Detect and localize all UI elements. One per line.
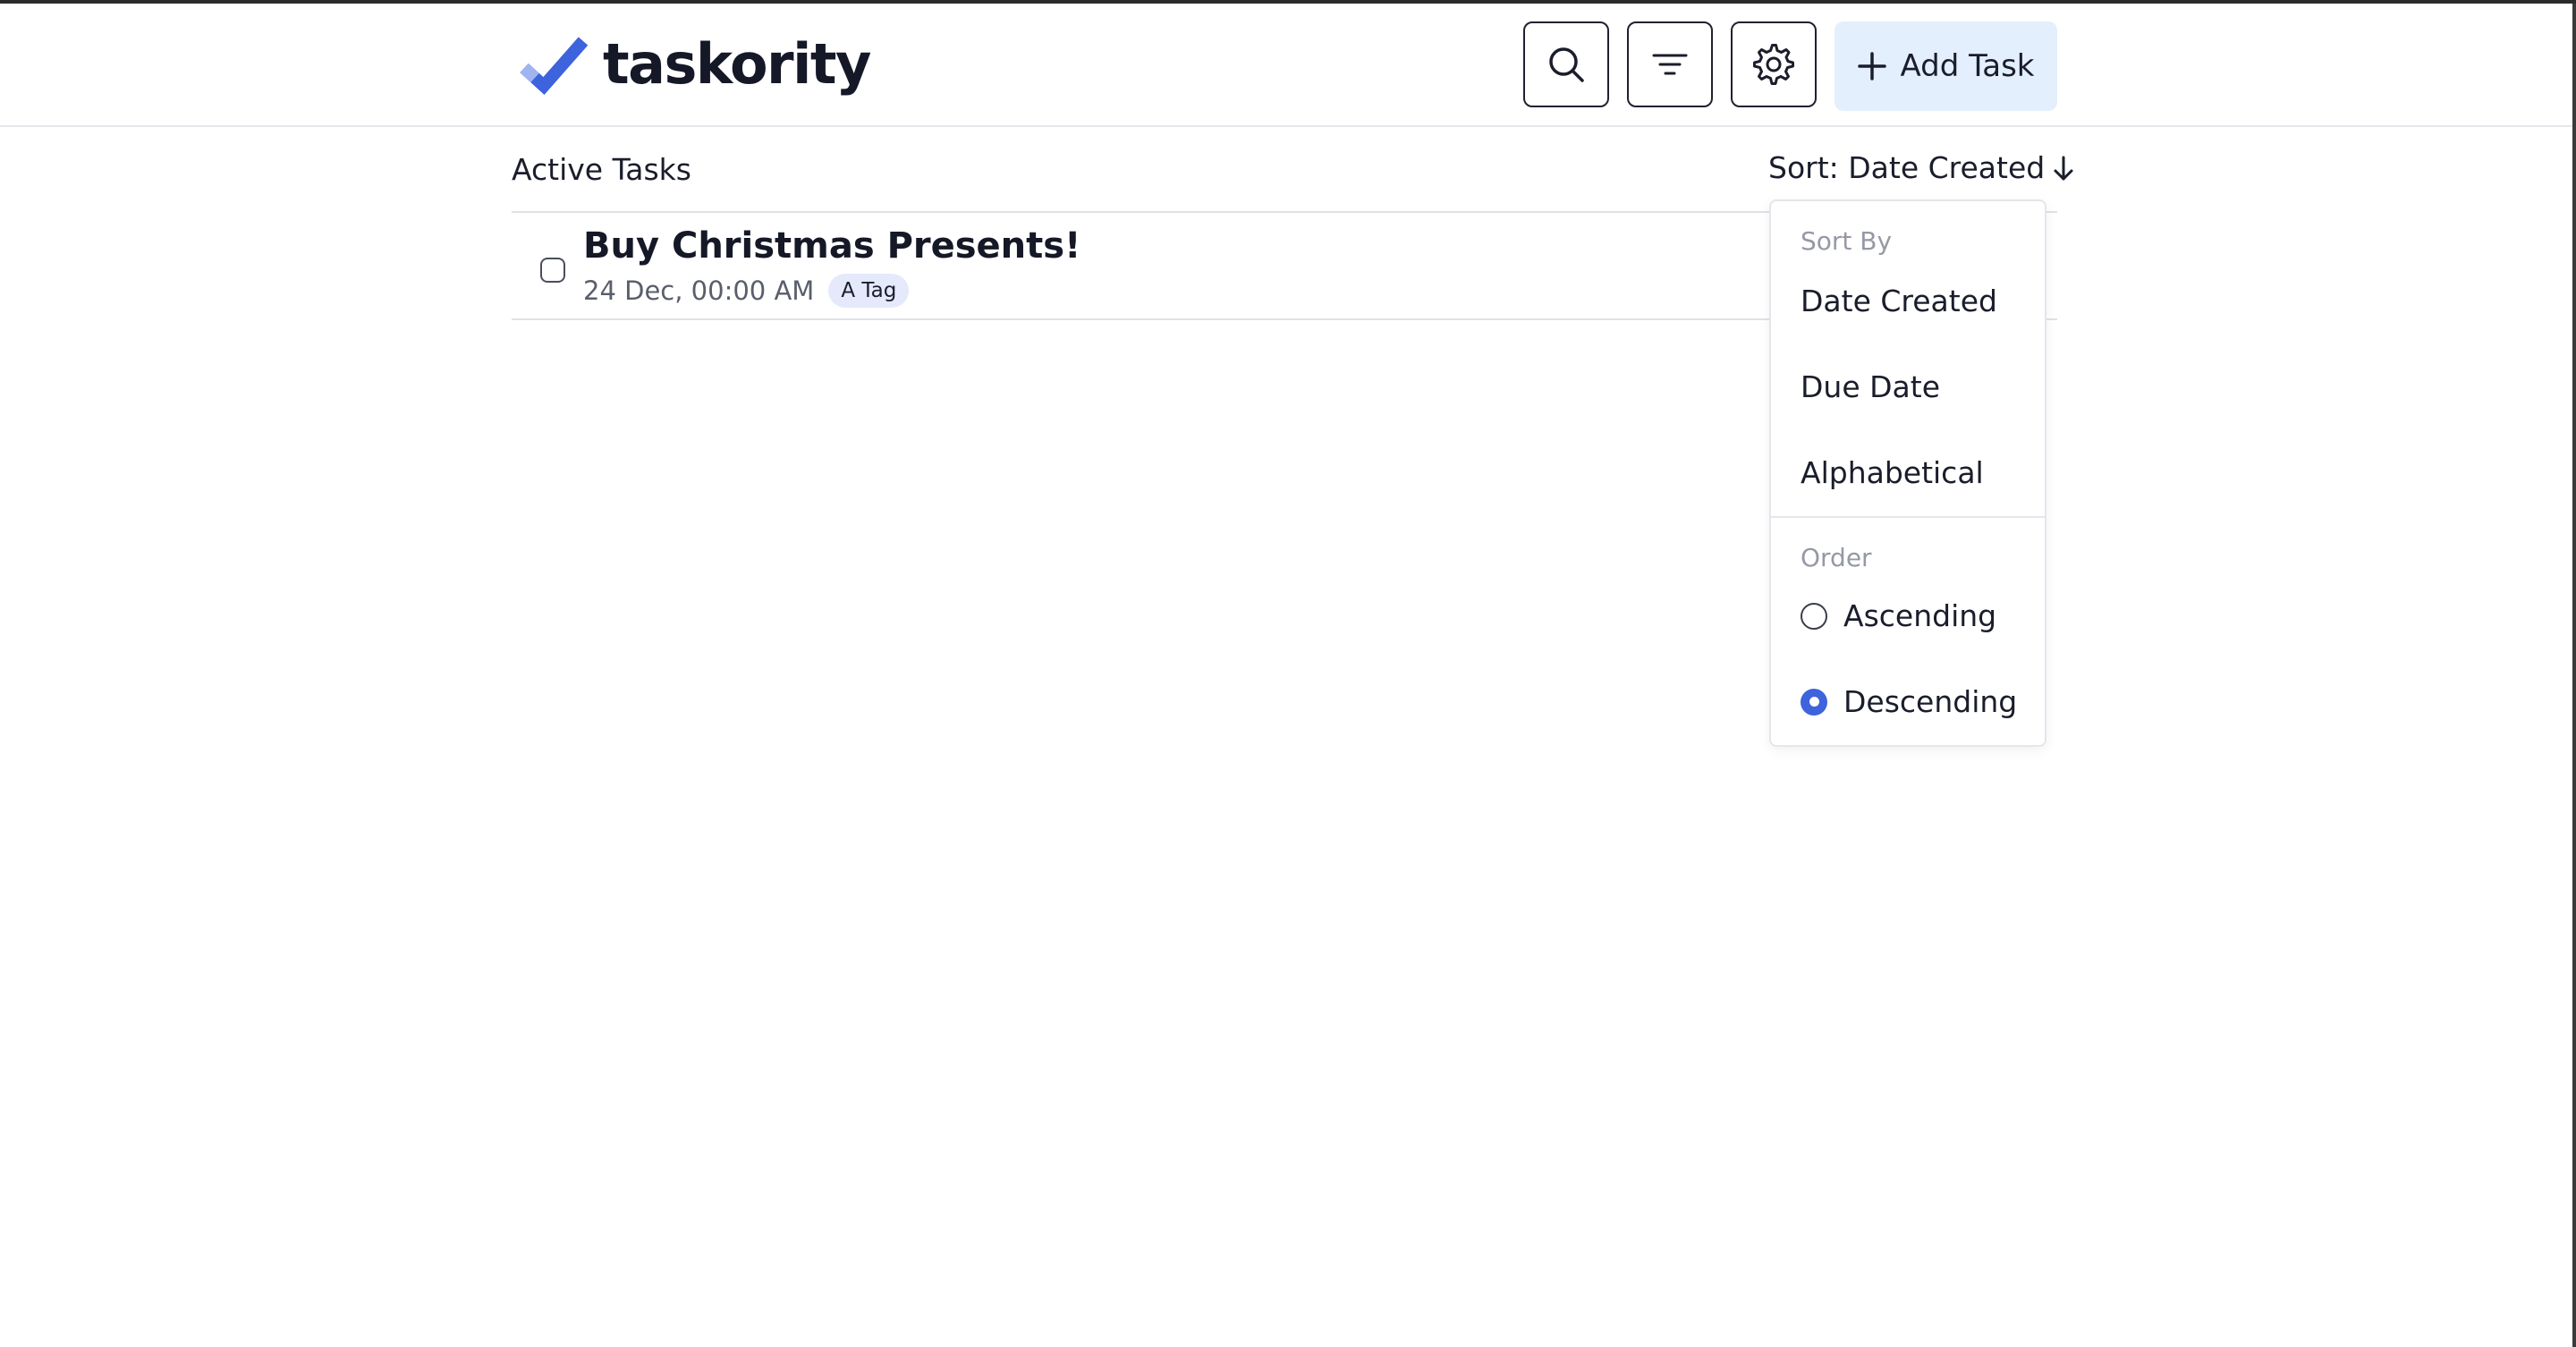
- sort-dropdown-menu: Sort By Date Created Due Date Alphabetic…: [1769, 199, 2046, 747]
- menu-divider: [1771, 516, 2045, 518]
- window-edge: [2572, 4, 2576, 1347]
- sort-by-heading: Sort By: [1801, 226, 1893, 256]
- sort-label: Sort: Date Created: [1768, 150, 2046, 185]
- task-tag-badge[interactable]: A Tag: [828, 274, 910, 308]
- order-option-descending[interactable]: Descending: [1801, 684, 2017, 719]
- settings-button[interactable]: [1731, 21, 1817, 107]
- order-heading: Order: [1801, 543, 1872, 572]
- add-task-button[interactable]: Add Task: [1835, 21, 2057, 111]
- sort-option-due-date[interactable]: Due Date: [1801, 369, 1940, 404]
- search-button[interactable]: [1523, 21, 1609, 107]
- filter-icon: [1652, 54, 1688, 75]
- order-descending-label: Descending: [1843, 684, 2018, 719]
- sort-option-alphabetical[interactable]: Alphabetical: [1801, 455, 1984, 490]
- sort-option-date-created[interactable]: Date Created: [1801, 284, 1997, 318]
- sort-toggle-button[interactable]: Sort: Date Created: [1768, 150, 2075, 185]
- app-logo[interactable]: taskority: [519, 30, 871, 98]
- app-name: taskority: [603, 31, 871, 97]
- filter-button[interactable]: [1627, 21, 1713, 107]
- gear-icon: [1753, 44, 1794, 85]
- radio-descending[interactable]: [1801, 688, 1827, 716]
- task-meta: 24 Dec, 00:00 AM A Tag: [583, 274, 910, 308]
- add-task-label: Add Task: [1900, 48, 2035, 84]
- search-icon: [1549, 47, 1584, 82]
- checkmark-logo-icon: [520, 37, 589, 95]
- arrow-down-icon: [2054, 156, 2073, 180]
- task-title[interactable]: Buy Christmas Presents!: [583, 225, 1080, 267]
- task-checkbox[interactable]: [540, 258, 565, 283]
- radio-ascending[interactable]: [1801, 602, 1827, 630]
- top-header: taskority Add Task: [0, 4, 2572, 127]
- task-date: 24 Dec, 00:00 AM: [583, 275, 815, 306]
- order-ascending-label: Ascending: [1843, 598, 1997, 633]
- section-title: Active Tasks: [512, 152, 691, 187]
- plus-icon: [1858, 52, 1887, 80]
- order-option-ascending[interactable]: Ascending: [1801, 598, 1996, 633]
